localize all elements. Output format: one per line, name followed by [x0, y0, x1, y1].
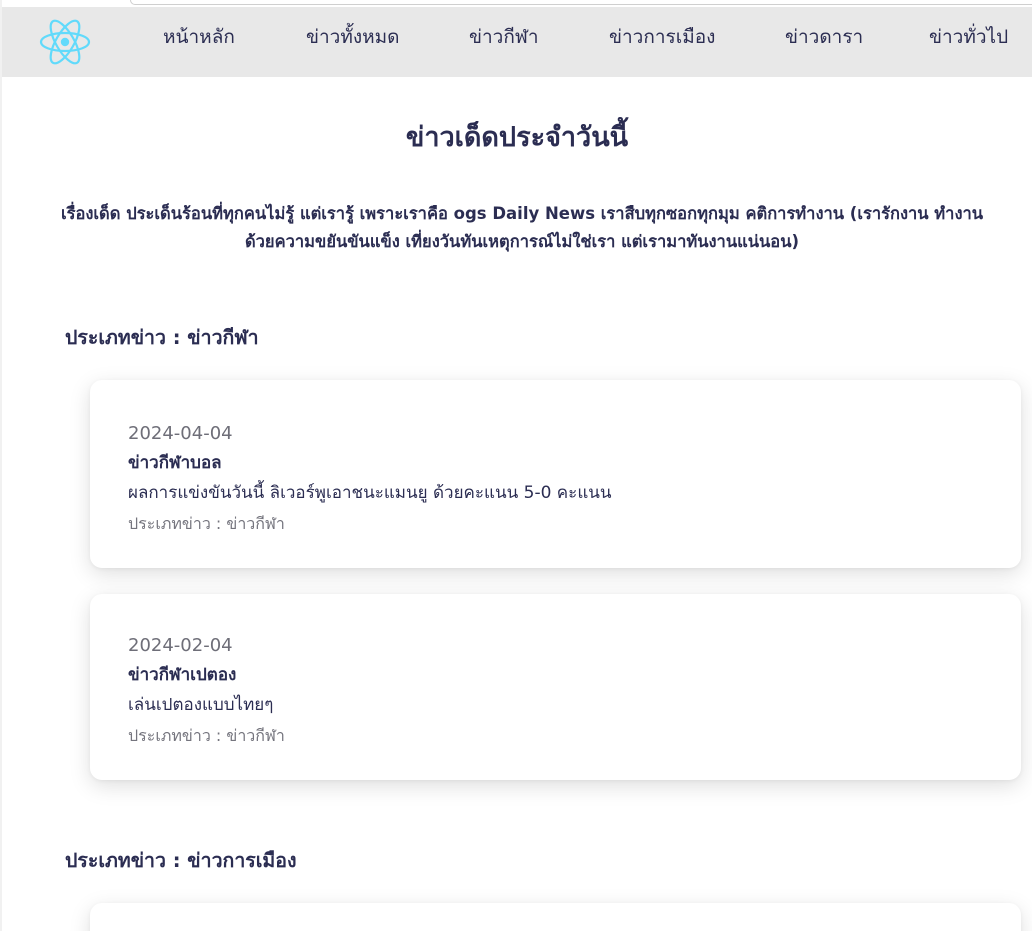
- react-atom-icon[interactable]: [38, 17, 92, 67]
- nav-celebrity-news-link[interactable]: ข่าวดารา: [785, 25, 863, 49]
- news-date: 2024-04-04: [128, 423, 233, 444]
- nav-all-news-link[interactable]: ข่าวทั้งหมด: [306, 25, 400, 49]
- browser-chrome-edge: [130, 0, 1032, 5]
- nav-general-news-link[interactable]: ข่าวทั่วไป: [929, 25, 1008, 49]
- section-heading-sports: ประเภทข่าว : ข่าวกีฬา: [65, 326, 259, 349]
- news-category: ประเภทข่าว : ข่าวกีฬา: [128, 726, 285, 745]
- nav-home-link[interactable]: หน้าหลัก: [163, 25, 235, 49]
- page-title: ข่าวเด็ดประจำวันนี้: [405, 122, 629, 153]
- intro-line-1: เรื่องเด็ด ประเด็นร้อนที่ทุกคนไม่รู้ แต่…: [60, 204, 984, 223]
- intro-text: เรื่องเด็ด ประเด็นร้อนที่ทุกคนไม่รู้ แต่…: [12, 200, 1032, 256]
- nav-sports-news-link[interactable]: ข่าวกีฬา: [469, 25, 539, 49]
- news-card[interactable]: [90, 903, 1021, 931]
- news-body: ผลการแข่งขันวันนี้ ลิเวอร์พูเอาชนะแมนยู …: [128, 483, 612, 503]
- news-card[interactable]: 2024-02-04 ข่าวกีฬาเปตอง เล่นเปตองแบบไทย…: [90, 594, 1021, 780]
- nav-politics-news-link[interactable]: ข่าวการเมือง: [609, 25, 715, 49]
- intro-line-2: ด้วยความขยันขันแข็ง เที่ยงวันทันเหตุการณ…: [244, 232, 800, 251]
- news-title: ข่าวกีฬาเปตอง: [128, 665, 237, 685]
- news-category: ประเภทข่าว : ข่าวกีฬา: [128, 514, 285, 533]
- news-title: ข่าวกีฬาบอล: [128, 453, 222, 473]
- section-heading-politics: ประเภทข่าว : ข่าวการเมือง: [65, 849, 297, 872]
- news-body: เล่นเปตองแบบไทยๆ: [128, 695, 274, 715]
- navbar: หน้าหลัก ข่าวทั้งหมด ข่าวกีฬา ข่าวการเมื…: [2, 7, 1032, 77]
- news-card[interactable]: 2024-04-04 ข่าวกีฬาบอล ผลการแข่งขันวันนี…: [90, 380, 1021, 568]
- news-date: 2024-02-04: [128, 635, 233, 656]
- page: หน้าหลัก ข่าวทั้งหมด ข่าวกีฬา ข่าวการเมื…: [2, 0, 1032, 931]
